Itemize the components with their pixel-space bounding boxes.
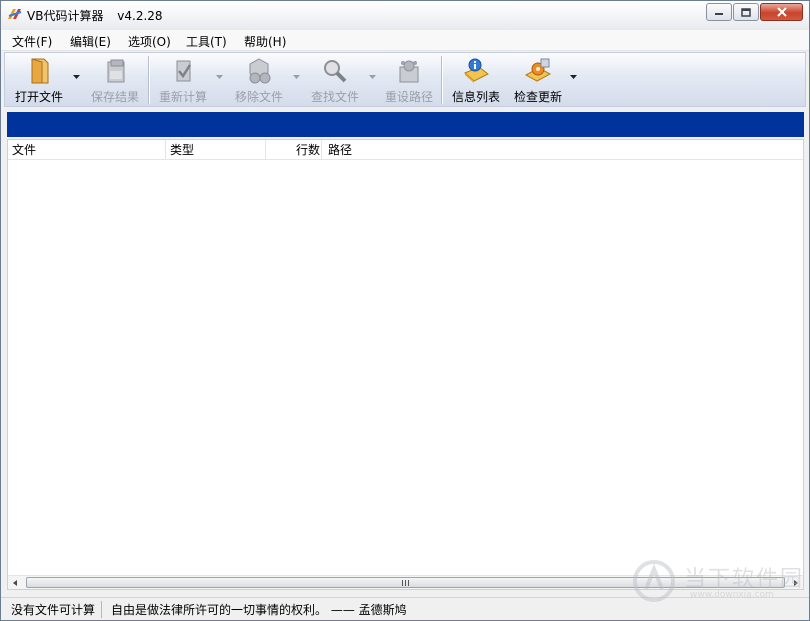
grip-icon [401, 580, 409, 586]
remove-file-label: 移除文件 [234, 90, 283, 104]
open-file-label: 打开文件 [14, 90, 63, 104]
reset-path-label: 重设路径 [384, 90, 433, 104]
check-update-label: 检查更新 [513, 90, 562, 104]
save-result-button[interactable]: 保存结果 [85, 55, 145, 105]
find-file-icon [324, 60, 347, 83]
toolbar: 打开文件 保存结果 重新计算 移除文件 查找文件 重设路径 信息列表 检查更新 [4, 52, 806, 107]
column-header-path[interactable]: 路径 [324, 140, 803, 160]
recalc-dropdown-icon[interactable] [216, 75, 223, 80]
menu-tools[interactable]: 工具(T) [183, 32, 230, 51]
menu-options[interactable]: 选项(O) [125, 32, 174, 51]
window-title: VB代码计算器 v4.2.28 [27, 7, 173, 24]
recalc-label: 重新计算 [158, 90, 207, 104]
header-band [7, 112, 804, 137]
maximize-icon [741, 7, 751, 17]
maximize-button[interactable] [733, 3, 759, 21]
minimize-icon [715, 13, 723, 15]
open-file-icon [31, 58, 49, 84]
info-list-button[interactable]: 信息列表 [446, 55, 506, 105]
open-file-dropdown-icon[interactable] [73, 75, 80, 80]
status-quote: 自由是做法律所许可的一切事情的权利。 —— 孟德斯鸠 [111, 603, 407, 617]
title-bar[interactable]: VB代码计算器 v4.2.28 [1, 1, 809, 30]
close-icon [776, 7, 787, 17]
menu-file[interactable]: 文件(F) [9, 32, 55, 51]
menu-help[interactable]: 帮助(H) [241, 32, 289, 51]
column-header-type[interactable]: 类型 [166, 140, 266, 160]
menu-edit[interactable]: 编辑(E) [67, 32, 114, 51]
close-button[interactable] [760, 3, 803, 21]
toolbar-separator [441, 56, 443, 104]
app-name: VB代码计算器 [27, 9, 104, 23]
find-file-button[interactable]: 查找文件 [303, 55, 367, 105]
recalc-button[interactable]: 重新计算 [153, 55, 213, 105]
menu-bar: 文件(F) 编辑(E) 选项(O) 工具(T) 帮助(H) [1, 30, 809, 51]
minimize-button[interactable] [706, 3, 732, 21]
remove-file-dropdown-icon[interactable] [293, 75, 300, 80]
app-version: v4.2.28 [117, 9, 163, 23]
column-header-file[interactable]: 文件 [8, 140, 166, 160]
list-header: 文件 类型 行数 路径 [8, 140, 803, 160]
save-result-icon [107, 59, 125, 83]
watermark-logo-icon [633, 560, 675, 602]
info-list-label: 信息列表 [451, 90, 500, 104]
app-window: VB代码计算器 v4.2.28 文件(F) 编辑(E) 选项(O) 工具(T) … [0, 0, 810, 621]
watermark-title: 当下软件园 [684, 567, 805, 592]
remove-file-icon [249, 58, 271, 84]
toolbar-separator [148, 56, 150, 104]
reset-path-icon [399, 60, 419, 83]
scroll-left-icon[interactable] [11, 578, 21, 588]
check-update-icon [524, 58, 552, 82]
window-controls [705, 3, 803, 21]
find-file-dropdown-icon[interactable] [369, 75, 376, 80]
find-file-label: 查找文件 [310, 90, 359, 104]
file-list[interactable]: 文件 类型 行数 路径 [7, 139, 804, 590]
column-header-lines[interactable]: 行数 [292, 140, 322, 160]
reset-path-button[interactable]: 重设路径 [379, 55, 439, 105]
check-update-button[interactable]: 检查更新 [508, 55, 568, 105]
status-divider [101, 601, 102, 618]
status-message: 没有文件可计算 [11, 603, 96, 617]
info-list-icon [464, 58, 489, 83]
recalc-icon [176, 60, 192, 82]
remove-file-button[interactable]: 移除文件 [227, 55, 291, 105]
app-logo-icon [8, 9, 22, 19]
check-update-dropdown-icon[interactable] [570, 75, 577, 80]
watermark: 当下软件园 www.downxia.com [630, 557, 810, 607]
watermark-url: www.downxia.com [690, 590, 774, 600]
open-file-button[interactable]: 打开文件 [9, 55, 69, 105]
save-result-label: 保存结果 [90, 90, 139, 104]
